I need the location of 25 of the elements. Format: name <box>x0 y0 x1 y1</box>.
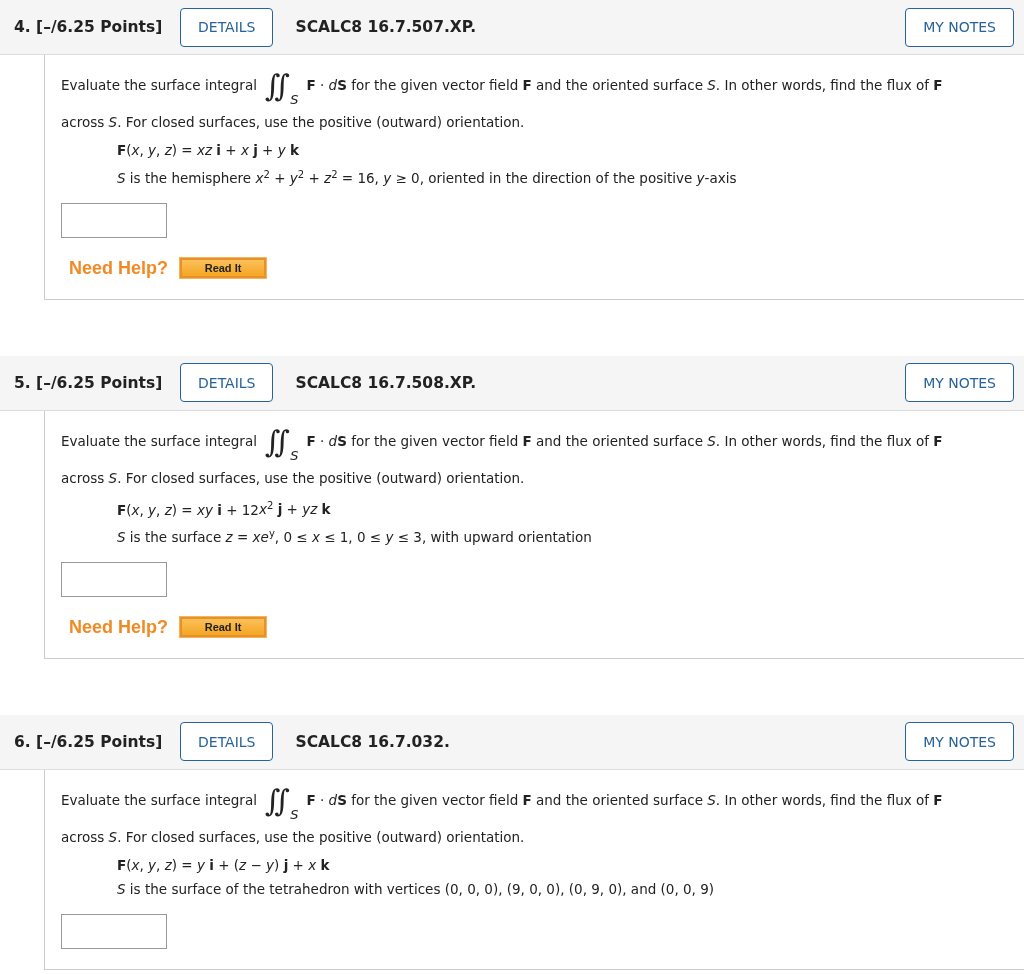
need-help-label: Need Help? <box>69 257 169 279</box>
my-notes-button[interactable]: MY NOTES <box>905 722 1014 761</box>
question-points: 5. [–/6.25 Points] <box>14 373 164 392</box>
question-code: SCALC8 16.7.508.XP. <box>295 373 478 392</box>
details-button[interactable]: DETAILS <box>180 363 274 402</box>
surface-description: S is the surface z = xe$^{y}$, 0 ≤ x ≤ 1, 0 ≤ y ≤ 3, with upward orientation <box>117 526 593 547</box>
my-notes-button[interactable]: MY NOTES <box>905 363 1014 402</box>
answer-field[interactable] <box>61 913 167 949</box>
question-code: SCALC8 16.7.032. <box>295 732 451 751</box>
my-notes-button[interactable]: MY NOTES <box>905 7 1014 47</box>
vector-field-formula: F(x, y, z) = xz i + x j + y k <box>117 141 300 160</box>
answer-field[interactable] <box>61 561 167 597</box>
details-button[interactable]: DETAILS <box>180 722 274 761</box>
need-help-label: Need Help? <box>69 616 169 638</box>
question-points: 4. [–/6.25 Points] <box>14 18 164 36</box>
read-it-button[interactable]: Read It <box>180 617 267 637</box>
details-button[interactable]: DETAILS <box>180 7 274 47</box>
read-it-button[interactable]: Read It <box>180 258 267 278</box>
question-points: 6. [–/6.25 Points] <box>14 732 164 751</box>
vector-field-formula: F(x, y, z) = y i + (z − y) j + x k <box>117 855 331 875</box>
question-code: SCALC8 16.7.507.XP. <box>295 18 478 36</box>
surface-description: S is the hemisphere x$^{2}$ + y$^{2}$ + z$^{2}$ = 16, y ≥ 0, oriented in the direction of the positive y-axis <box>117 167 738 188</box>
vector-field-formula: F(x, y, z) = xy i + 12x$^{2}$ j + yz k <box>117 498 332 520</box>
surface-description: S is the surface of the tetrahedron with vertices (0, 0, 0), (9, 0, 0), (0, 9, 0), and (0, 0, 9) <box>117 879 715 899</box>
answer-field[interactable] <box>61 202 167 238</box>
